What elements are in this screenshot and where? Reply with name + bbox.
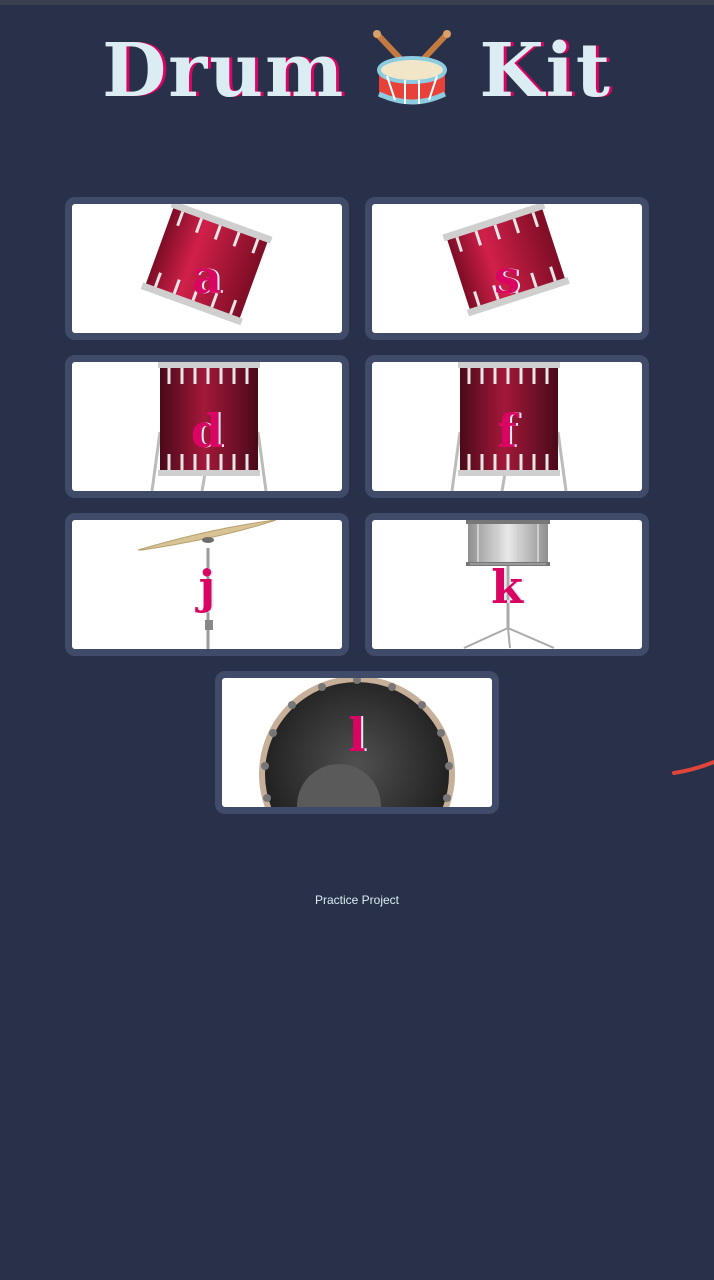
drum-button-d[interactable]: d: [65, 355, 349, 498]
drum-button-f[interactable]: f: [365, 355, 649, 498]
drum-key-label: s: [494, 250, 520, 304]
drum-key-label: f: [497, 404, 517, 458]
top-bar: [0, 0, 714, 5]
page-title: Drum Kit: [0, 28, 714, 114]
drum-key-label: a: [192, 250, 222, 304]
title-left: Drum: [102, 28, 346, 114]
footer-text: Practice Project: [314, 893, 400, 907]
drum-key-label: k: [491, 560, 523, 614]
drum-button-s[interactable]: s: [365, 197, 649, 340]
drum-button-a[interactable]: a: [65, 197, 349, 340]
title-right: Kit: [479, 28, 612, 114]
drum-button-l[interactable]: l: [215, 671, 499, 814]
drum-key-label: d: [190, 404, 224, 458]
drum-button-j[interactable]: j: [65, 513, 349, 656]
cursor-stroke-mark: [672, 760, 714, 775]
drum-key-label: l: [348, 708, 366, 762]
drum-button-k[interactable]: k: [365, 513, 649, 656]
drum-key-label: j: [198, 560, 216, 614]
drum-icon: [373, 30, 452, 105]
